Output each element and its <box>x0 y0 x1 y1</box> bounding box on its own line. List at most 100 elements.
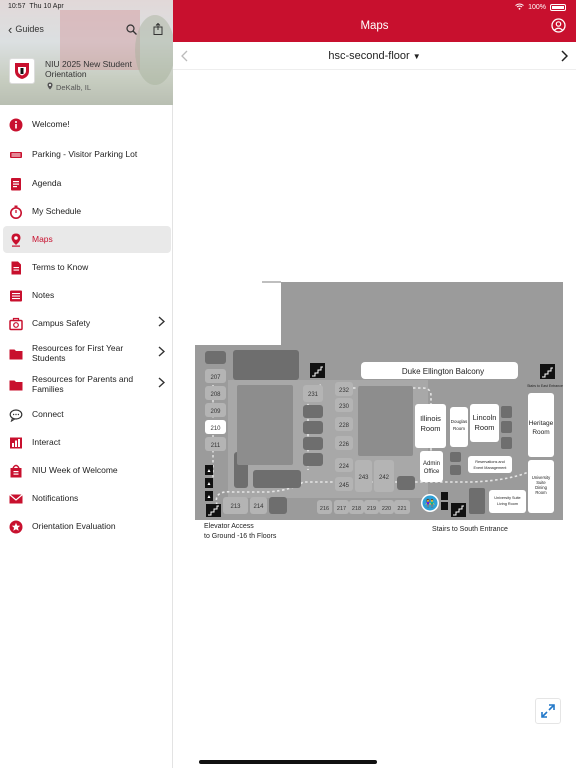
map-room[interactable] <box>303 421 323 434</box>
map-room[interactable] <box>450 465 461 475</box>
room-number: 220 <box>382 506 391 512</box>
map-room[interactable] <box>303 405 323 418</box>
room-label: Illinois <box>420 414 441 423</box>
sidebar-item-orientation-evaluation[interactable]: Orientation Evaluation <box>3 513 171 540</box>
room-number: 214 <box>253 504 264 510</box>
battery-percent: 100% <box>528 4 546 11</box>
status-time-date: 10:57 Thu 10 Apr <box>8 3 64 10</box>
sidebar-item-my-schedule[interactable]: My Schedule <box>3 198 171 225</box>
map-room[interactable] <box>269 497 287 514</box>
guide-location: DeKalb, IL <box>47 82 91 92</box>
room-number: 221 <box>397 506 406 512</box>
room-number: 207 <box>210 375 221 381</box>
room-label: Reservations and <box>475 460 505 464</box>
map-room[interactable] <box>253 470 301 488</box>
room-number: 217 <box>337 506 346 512</box>
guide-logo <box>9 58 35 84</box>
first-aid-icon <box>9 317 23 331</box>
svg-text:▲: ▲ <box>207 468 212 474</box>
sidebar-item-campus-safety[interactable]: Campus Safety <box>3 310 171 337</box>
map-room[interactable] <box>205 351 226 364</box>
restroom-icon: 👫 <box>421 494 439 512</box>
chevron-right-icon <box>158 316 166 329</box>
star-icon <box>9 520 23 534</box>
room-label: Room <box>474 423 494 432</box>
sidebar-item-notifications[interactable]: Notifications <box>3 485 171 512</box>
room-number: 242 <box>379 475 390 481</box>
header-actions <box>126 22 163 40</box>
floor-map[interactable]: 207 208 209 210 211 ▲ ▲ ▲ 213 214 231 23… <box>173 0 576 768</box>
svg-text:👫: 👫 <box>425 498 435 508</box>
back-button[interactable]: ‹ Guides <box>8 23 44 36</box>
sidebar-item-label: NIU Week of Welcome <box>32 464 118 475</box>
stairs-south-caption: Stairs to South Entrance <box>432 526 508 533</box>
document-icon <box>9 261 23 275</box>
balcony-label: Duke Ellington Balcony <box>402 367 484 376</box>
folder-icon <box>9 347 23 361</box>
schedule-icon <box>9 205 23 219</box>
sidebar-item-label: Terms to Know <box>32 261 89 272</box>
status-right: 100% <box>515 3 566 12</box>
sidebar-item-label: Welcome! <box>32 118 70 129</box>
map-room[interactable] <box>303 437 323 450</box>
room-number: 208 <box>210 392 221 398</box>
map-room[interactable] <box>303 453 323 466</box>
search-icon[interactable] <box>126 22 137 40</box>
room-label: Douglas <box>451 419 468 424</box>
sidebar-item-terms[interactable]: Terms to Know <box>3 254 171 281</box>
room-number: 245 <box>339 483 350 489</box>
room-label: University Suite <box>494 496 520 500</box>
expand-map-button[interactable] <box>535 698 561 724</box>
sidebar-item-interact[interactable]: Interact <box>3 429 171 456</box>
map-room[interactable] <box>501 406 512 418</box>
sidebar-item-welcome[interactable]: Welcome! <box>3 111 171 138</box>
room-label: Event Management <box>474 466 508 470</box>
home-indicator[interactable] <box>199 760 377 764</box>
room-label: Office <box>424 469 440 475</box>
stairs-icon <box>206 504 221 517</box>
stairs-icon <box>540 364 555 379</box>
expand-icon <box>541 704 555 718</box>
map-room[interactable] <box>397 476 415 490</box>
map-room-reservations[interactable] <box>468 456 512 473</box>
map-room[interactable] <box>358 386 413 456</box>
stairs-icon <box>310 363 325 378</box>
map-room[interactable] <box>469 488 485 514</box>
stairs-icon <box>451 503 466 517</box>
room-number: 218 <box>352 506 361 512</box>
room-number: 231 <box>308 392 319 398</box>
svg-text:▲: ▲ <box>207 481 212 487</box>
elevator-caption: Elevator Access <box>204 523 254 530</box>
room-number: 243 <box>358 475 369 481</box>
sidebar-item-maps[interactable]: Maps <box>3 226 171 253</box>
chevron-right-icon <box>158 346 166 359</box>
room-label: Heritage <box>529 420 554 427</box>
map-room[interactable] <box>233 350 299 380</box>
sidebar-item-label: Resources for Parents and Families <box>32 374 134 394</box>
sidebar-item-agenda[interactable]: Agenda <box>3 170 171 197</box>
map-room[interactable] <box>450 452 461 462</box>
guide-title: NIU 2025 New Student Orientation <box>45 59 132 79</box>
map-room[interactable] <box>501 437 512 449</box>
map-room[interactable] <box>501 421 512 433</box>
sidebar-item-notes[interactable]: Notes <box>3 282 171 309</box>
share-icon[interactable] <box>153 22 163 40</box>
sidebar-item-label: My Schedule <box>32 205 82 216</box>
sidebar-item-parent-resources[interactable]: Resources for Parents and Families <box>3 371 171 398</box>
battery-icon <box>550 4 566 11</box>
sidebar-item-parking[interactable]: Parking - Visitor Parking Lot <box>3 141 171 168</box>
room-number: 216 <box>320 506 329 512</box>
map-room[interactable] <box>237 385 293 465</box>
sidebar-item-connect[interactable]: Connect <box>3 401 171 428</box>
room-number: 209 <box>210 409 221 415</box>
room-number: 230 <box>339 404 350 410</box>
back-label: Guides <box>15 24 44 34</box>
sidebar-item-label: Resources for First Year Students <box>32 343 124 363</box>
agenda-icon <box>9 177 23 191</box>
sidebar-item-first-year-resources[interactable]: Resources for First Year Students <box>3 340 171 367</box>
room-label: Room <box>453 426 465 431</box>
sidebar-item-week-of-welcome[interactable]: NIU Week of Welcome <box>3 457 171 484</box>
room-number: 226 <box>339 442 350 448</box>
stairs-east-label: Stairs to East Entrance <box>527 384 563 388</box>
room-number: 210 <box>210 426 221 432</box>
